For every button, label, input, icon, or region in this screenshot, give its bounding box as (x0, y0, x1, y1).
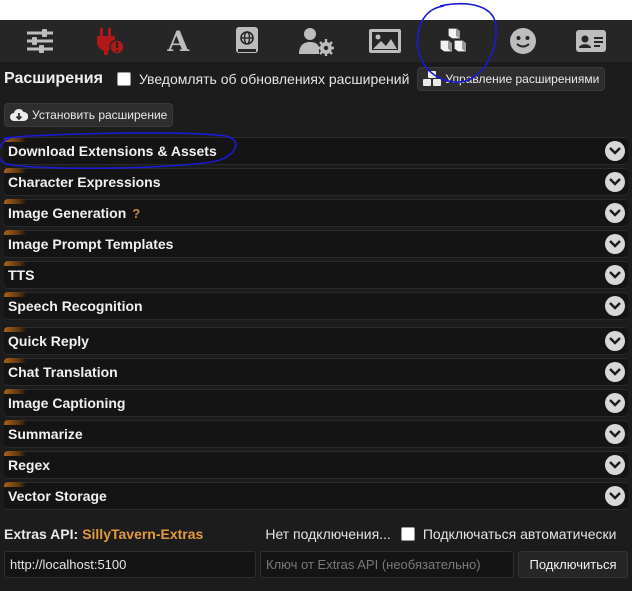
drawer-label: Chat Translation (8, 364, 118, 380)
drawer-label: Summarize (8, 426, 83, 442)
connect-button[interactable]: Подключиться (518, 551, 628, 578)
smiley-icon[interactable] (503, 23, 543, 59)
drawer-3[interactable]: Image Prompt Templates (4, 230, 628, 257)
drawer-9[interactable]: Summarize (4, 420, 628, 447)
extensions-panel: Расширения Уведомлять об обновлениях рас… (0, 62, 632, 591)
user-cog-icon[interactable] (296, 23, 336, 59)
id-card-icon[interactable] (571, 23, 611, 59)
font-a-icon[interactable]: A (158, 23, 198, 59)
drawer-label: Regex (8, 457, 51, 473)
chevron-down-icon[interactable] (605, 486, 625, 506)
page-title: Расширения (4, 70, 103, 87)
extensions-header: Расширения Уведомлять об обновлениях рас… (0, 62, 632, 96)
drawer-5[interactable]: Speech Recognition (4, 292, 628, 319)
drawer-label: Character Expressions (8, 174, 161, 190)
app-root: A Расширения Уведомлять об обновлениях р… (0, 0, 632, 591)
drawer-label: Vector Storage (8, 488, 107, 504)
cloud-download-icon (10, 108, 28, 121)
chevron-down-icon[interactable] (605, 203, 625, 223)
sliders-icon[interactable] (20, 23, 60, 59)
drawer-4[interactable]: TTS (4, 261, 628, 288)
chevron-down-icon[interactable] (605, 362, 625, 382)
drawer-2[interactable]: Image Generation? (4, 199, 628, 226)
chevron-down-icon[interactable] (605, 265, 625, 285)
notify-updates-checkbox[interactable] (116, 72, 131, 86)
drawer-7[interactable]: Chat Translation (4, 358, 628, 385)
manage-extensions-label: Управление расширениями (445, 72, 600, 86)
drawer-8[interactable]: Image Captioning (4, 389, 628, 416)
chevron-down-icon[interactable] (605, 172, 625, 192)
drawer-6[interactable]: Quick Reply (4, 327, 628, 354)
extras-key-input[interactable]: Ключ от Extras API (необязательно) (260, 551, 514, 578)
chevron-down-icon[interactable] (605, 331, 625, 351)
drawer-label: Image Prompt Templates (8, 236, 174, 252)
chevron-down-icon[interactable] (605, 234, 625, 254)
drawer-label: Speech Recognition (8, 298, 143, 314)
drawer-label: Quick Reply (8, 333, 89, 349)
cubes-icon[interactable] (434, 23, 474, 59)
chevron-down-icon[interactable] (605, 393, 625, 413)
chevron-down-icon[interactable] (605, 424, 625, 444)
install-extension-button[interactable]: Установить расширение (4, 103, 174, 127)
extras-url-input[interactable]: http://localhost:5100 (4, 551, 256, 578)
font-a-glyph: A (167, 24, 190, 58)
extras-link[interactable]: SillyTavern-Extras (82, 526, 203, 542)
cubes-small-icon (423, 71, 442, 86)
drawer-10[interactable]: Regex (4, 451, 628, 478)
drawer-0[interactable]: Download Extensions & Assets (4, 137, 628, 164)
extras-row: Extras API: SillyTavern-Extras Нет подкл… (0, 521, 632, 547)
chevron-down-icon[interactable] (605, 141, 625, 161)
book-globe-icon[interactable] (227, 23, 267, 59)
top-toolbar: A (0, 20, 632, 62)
chevron-down-icon[interactable] (605, 296, 625, 316)
drawer-label: Download Extensions & Assets (8, 143, 217, 159)
connection-status: Нет подключения... (265, 526, 391, 542)
install-extension-label: Установить расширение (32, 108, 168, 122)
help-icon[interactable]: ? (132, 206, 140, 221)
notify-updates-label: Уведомлять об обновлениях расширений (138, 71, 410, 87)
plug-warning-icon[interactable] (89, 23, 129, 59)
manage-extensions-button[interactable]: Управление расширениями (417, 67, 606, 91)
auto-connect-checkbox[interactable] (400, 527, 415, 541)
drawer-1[interactable]: Character Expressions (4, 168, 628, 195)
extras-api-label: Extras API: (4, 526, 79, 542)
drawer-label: TTS (8, 267, 35, 283)
chevron-down-icon[interactable] (605, 455, 625, 475)
drawer-label: Image Generation (8, 205, 127, 221)
image-icon[interactable] (365, 23, 405, 59)
drawer-label: Image Captioning (8, 395, 126, 411)
drawer-11[interactable]: Vector Storage (4, 482, 628, 509)
auto-connect-label: Подключаться автоматически (422, 526, 617, 542)
